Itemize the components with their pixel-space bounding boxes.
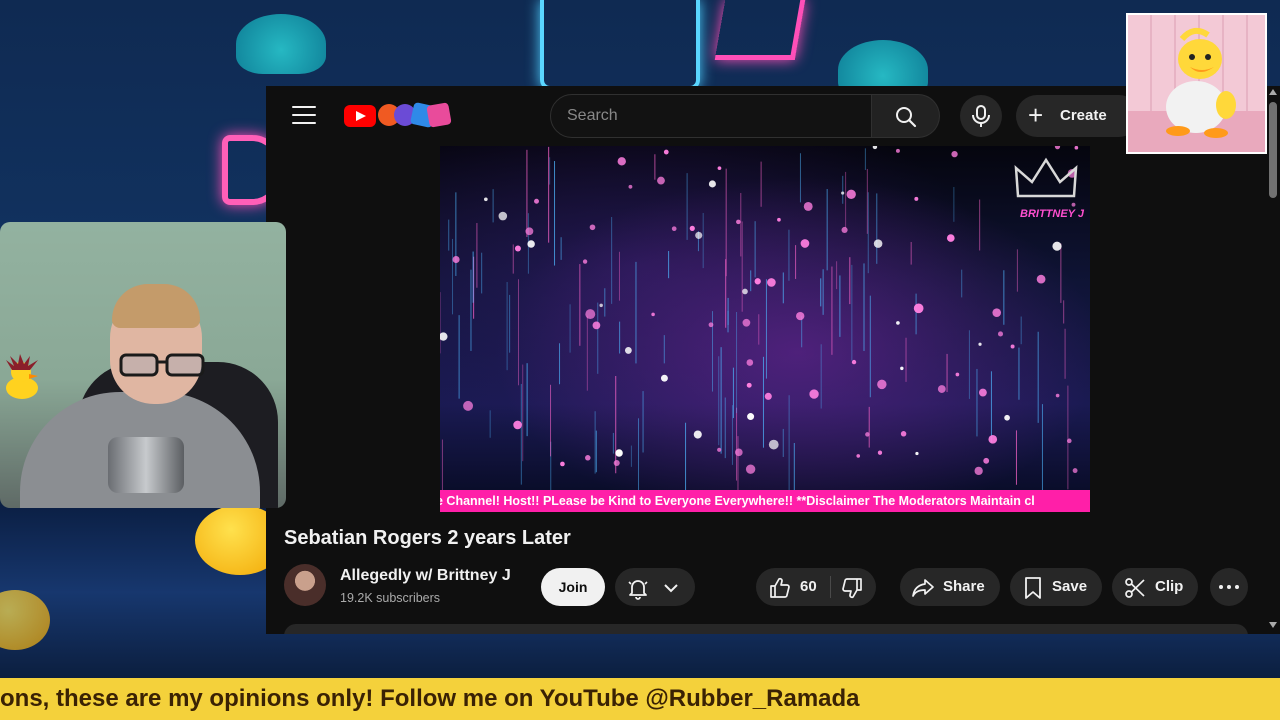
scroll-up-icon[interactable] — [1269, 89, 1277, 95]
page-scrollbar[interactable] — [1266, 86, 1280, 634]
like-button[interactable]: 60 — [756, 568, 830, 606]
description-box[interactable] — [284, 624, 1248, 634]
video-title: Sebatian Rogers 2 years Later — [284, 527, 571, 549]
share-button-label: Share — [943, 578, 985, 595]
bell-icon — [628, 580, 648, 600]
like-count: 60 — [800, 578, 817, 595]
scroll-thumb[interactable] — [1269, 102, 1277, 198]
like-dislike-group: 60 — [756, 568, 876, 606]
duck-illustration — [1128, 15, 1265, 152]
video-starfield-graphic — [440, 146, 1090, 490]
clip-button-label: Clip — [1155, 578, 1184, 595]
thumbs-up-icon — [770, 577, 790, 598]
share-icon — [912, 579, 934, 597]
channel-name[interactable]: Allegedly w/ Brittney J — [340, 567, 511, 585]
subscribe-notifications-button[interactable] — [615, 568, 695, 606]
neon-sign-accent — [714, 0, 806, 60]
chevron-down-icon — [664, 584, 678, 593]
search-input[interactable]: Search — [550, 94, 872, 138]
create-button[interactable]: + Create — [1016, 95, 1140, 137]
video-ticker-text: e Channel! Host!! PLease be Kind to Ever… — [440, 494, 1035, 508]
save-button[interactable]: Save — [1010, 568, 1102, 606]
thumbs-down-icon — [842, 578, 862, 599]
stream-ticker-banner: ons, these are my opinions only! Follow … — [0, 678, 1280, 720]
video-player[interactable]: BRITTNEY J e Channel! Host!! PLease be K… — [440, 146, 1090, 512]
subscriber-count: 19.2K subscribers — [340, 591, 441, 605]
create-button-label: Create — [1060, 107, 1107, 124]
webcam-person-hair — [112, 284, 200, 328]
clip-button[interactable]: Clip — [1112, 568, 1198, 606]
microphone-icon — [972, 105, 990, 127]
logo-stickers-icon — [378, 101, 452, 129]
palm-tree-graphic — [236, 14, 326, 74]
stream-ticker-text: ons, these are my opinions only! Follow … — [0, 685, 860, 712]
duck-image-frame — [1126, 13, 1267, 154]
channel-avatar[interactable] — [284, 564, 326, 606]
channel-watermark: BRITTNEY J — [1020, 208, 1084, 220]
youtube-window: Search + Create BRITTNEY J e Channel! Ho… — [266, 86, 1280, 634]
webcam-feed — [0, 222, 286, 508]
webcam-cup — [108, 437, 184, 493]
voice-search-button[interactable] — [960, 95, 1002, 137]
bookmark-icon — [1025, 577, 1041, 599]
scroll-down-icon[interactable] — [1269, 622, 1277, 628]
dislike-button[interactable] — [831, 568, 876, 606]
share-button[interactable]: Share — [900, 568, 1000, 606]
neon-sign-frame — [540, 0, 700, 90]
save-button-label: Save — [1052, 578, 1088, 595]
more-actions-button[interactable] — [1210, 568, 1248, 606]
plus-icon: + — [1028, 100, 1044, 130]
join-button[interactable]: Join — [541, 568, 605, 606]
youtube-logo[interactable] — [344, 105, 376, 127]
rubber-duck-icon — [6, 354, 38, 399]
crown-logo-icon — [1014, 157, 1078, 198]
video-ticker: e Channel! Host!! PLease be Kind to Ever… — [440, 490, 1090, 512]
search-button[interactable] — [872, 94, 940, 138]
duck-character-icon — [1128, 27, 1265, 152]
search-icon — [896, 107, 917, 128]
glasses-graphic — [119, 353, 205, 377]
menu-icon[interactable] — [292, 106, 316, 126]
scissors-icon — [1125, 578, 1145, 598]
